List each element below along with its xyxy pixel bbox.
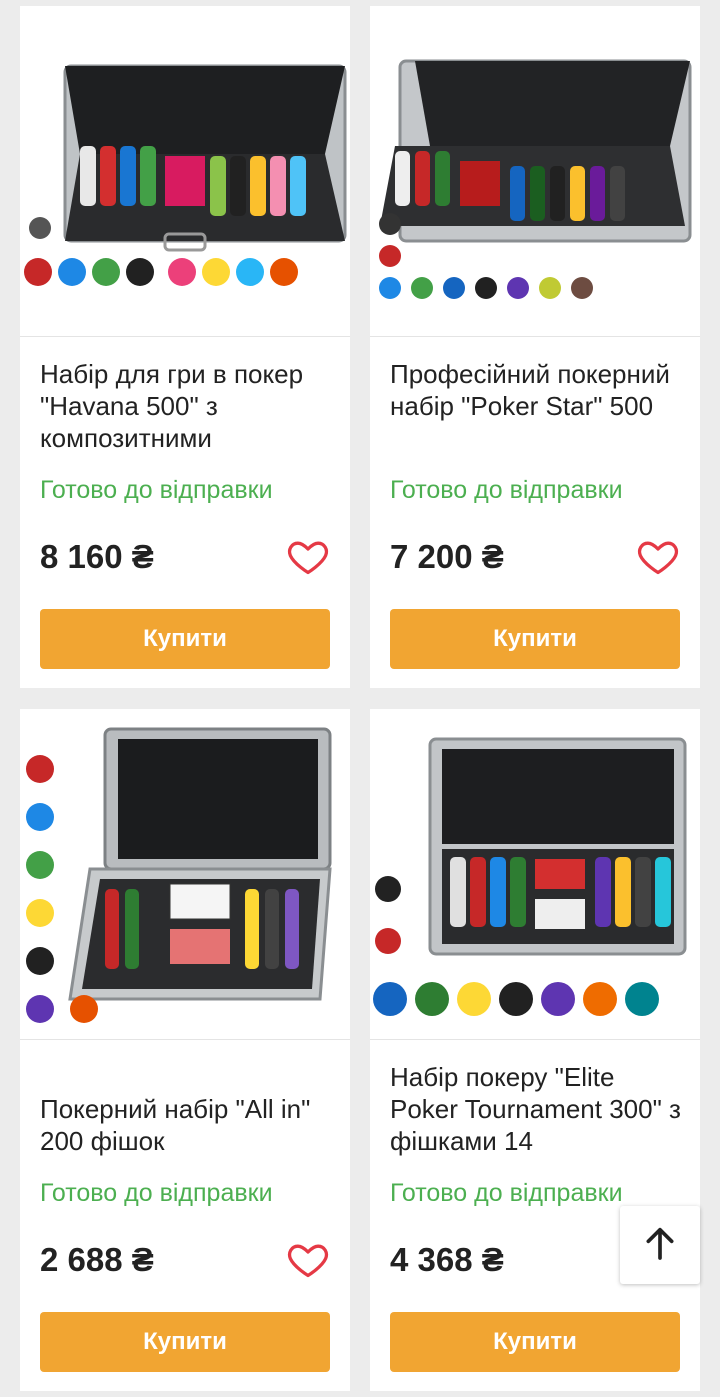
poker-set-image: [373, 737, 687, 1016]
heart-outline-icon[interactable]: [286, 1237, 330, 1281]
product-price: 7 200 ₴: [390, 538, 504, 575]
availability-status: Готово до відправки: [40, 1179, 273, 1207]
buy-button[interactable]: Купити: [40, 1312, 330, 1372]
buy-button[interactable]: Купити: [390, 609, 680, 669]
arrow-up-icon: [640, 1223, 680, 1268]
product-card[interactable]: Покерний набір "All in" 200 фішок Готово…: [20, 709, 350, 1391]
product-title[interactable]: Покерний набір "All in" 200 фішок: [40, 1093, 336, 1157]
product-card[interactable]: Професійний покерний набір "Poker Star" …: [370, 6, 700, 688]
availability-status: Готово до відправки: [390, 476, 623, 504]
poker-set-image: [24, 64, 347, 286]
product-price: 8 160 ₴: [40, 538, 154, 575]
poker-set-image: [26, 727, 332, 1023]
product-image[interactable]: [20, 709, 350, 1040]
availability-status: Готово до відправки: [40, 476, 273, 504]
buy-button[interactable]: Купити: [40, 609, 330, 669]
scroll-to-top-button[interactable]: [620, 1206, 700, 1284]
product-image[interactable]: [20, 6, 350, 337]
product-card[interactable]: Набір покеру "Elite Poker Tournament 300…: [370, 709, 700, 1391]
product-title[interactable]: Набір покеру "Elite Poker Tournament 300…: [390, 1061, 686, 1157]
availability-status: Готово до відправки: [390, 1179, 623, 1207]
product-title[interactable]: Професійний покерний набір "Poker Star" …: [390, 358, 686, 422]
heart-outline-icon[interactable]: [636, 534, 680, 578]
product-image[interactable]: [370, 709, 700, 1040]
buy-button[interactable]: Купити: [390, 1312, 680, 1372]
product-image[interactable]: [370, 6, 700, 337]
product-grid: Набір для гри в покер "Havana 500" з ком…: [0, 0, 720, 1397]
product-price: 4 368 ₴: [390, 1241, 504, 1278]
poker-set-image: [379, 59, 692, 299]
heart-outline-icon[interactable]: [286, 534, 330, 578]
product-title[interactable]: Набір для гри в покер "Havana 500" з ком…: [40, 358, 336, 454]
product-price: 2 688 ₴: [40, 1241, 154, 1278]
product-card[interactable]: Набір для гри в покер "Havana 500" з ком…: [20, 6, 350, 688]
